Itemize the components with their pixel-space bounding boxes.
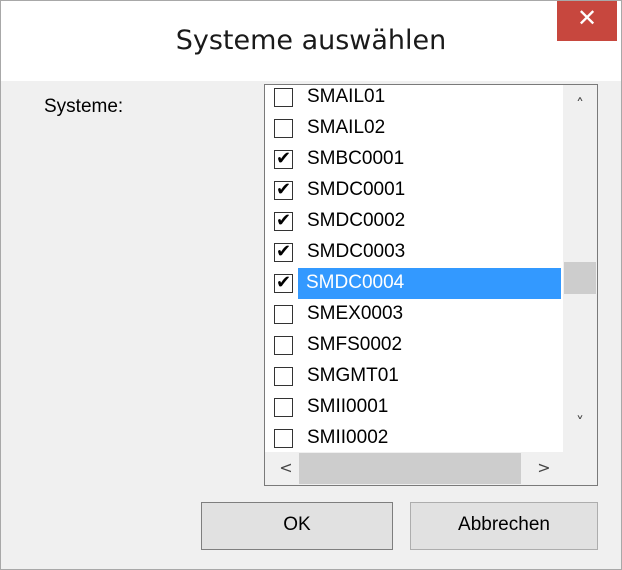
dialog-title: Systeme auswählen [175,25,447,56]
list-item[interactable]: ✔ SMDC0003 [265,237,563,268]
list-item-label: SMDC0002 [307,210,406,231]
checkmark-icon: ✔ [275,210,292,231]
checkbox[interactable] [274,305,293,324]
list-item[interactable]: ✔ SMDC0001 [265,175,563,206]
close-button[interactable]: ✕ [557,1,617,41]
list-item[interactable]: SMAIL01 [265,85,563,113]
cancel-button-label: Abbrechen [458,514,550,535]
checkbox[interactable] [274,336,293,355]
checkbox[interactable] [274,88,293,107]
scroll-left-icon[interactable]: < [269,458,303,477]
scroll-down-icon[interactable]: ˅ [563,413,597,432]
checkbox[interactable]: ✔ [274,148,293,169]
list-item-label: SMEX0003 [307,303,404,324]
list-item-label: SMFS0002 [307,334,403,355]
checkbox[interactable] [274,398,293,417]
checkbox[interactable] [274,429,293,448]
systems-checklist[interactable]: SMAIL01 SMAIL02 ✔ SMBC0001 ✔ SMDC0001 ✔ SMDC000… [264,84,598,486]
systems-label: Systeme: [44,96,124,117]
list-item-label: SMAIL02 [307,117,386,138]
list-item-label: SMDC0003 [307,241,406,262]
horizontal-scrollbar[interactable]: < > [265,452,563,485]
checkbox[interactable] [274,119,293,138]
list-item[interactable]: SMEX0003 [265,299,563,330]
list-item-label: SMII0002 [307,427,389,448]
cancel-button[interactable]: Abbrechen [410,502,598,550]
scroll-right-icon[interactable]: > [527,458,561,477]
list-item-label: SMDC0001 [307,179,406,200]
checkmark-icon: ✔ [275,241,292,262]
checkbox[interactable] [274,367,293,386]
checkmark-icon: ✔ [275,179,292,200]
scroll-up-icon[interactable]: ˄ [563,95,597,114]
vertical-scroll-thumb[interactable] [564,262,596,294]
title-bar: Systeme auswählen ✕ [1,1,621,81]
list-item-label: SMAIL01 [307,86,386,107]
list-item[interactable]: SMFS0002 [265,330,563,361]
checkbox[interactable]: ✔ [274,179,293,200]
list-item-label: SMBC0001 [307,148,405,169]
list-item-label: SMII0001 [307,396,389,417]
checkmark-icon: ✔ [275,272,292,293]
ok-button-label: OK [283,514,311,535]
list-item[interactable]: SMAIL02 [265,113,563,144]
list-item[interactable]: SMGMT01 [265,361,563,392]
close-icon: ✕ [576,4,598,32]
vertical-scrollbar[interactable]: ˄ ˅ [563,85,597,452]
list-item[interactable]: ✔ SMDC0004 [265,268,563,299]
list-item[interactable]: SMII0002 [265,423,563,454]
checkbox[interactable]: ✔ [274,241,293,262]
ok-button[interactable]: OK [201,502,393,550]
checkbox[interactable]: ✔ [274,210,293,231]
checkbox[interactable]: ✔ [274,272,293,293]
checkmark-icon: ✔ [275,148,292,169]
list-item[interactable]: ✔ SMDC0002 [265,206,563,237]
list-item[interactable]: SMII0001 [265,392,563,423]
list-item[interactable]: ✔ SMBC0001 [265,144,563,175]
list-item-label: SMGMT01 [307,365,399,386]
scrollbar-corner [563,452,597,485]
list-item-label: SMDC0004 [298,268,561,299]
horizontal-scroll-thumb[interactable] [299,453,521,484]
